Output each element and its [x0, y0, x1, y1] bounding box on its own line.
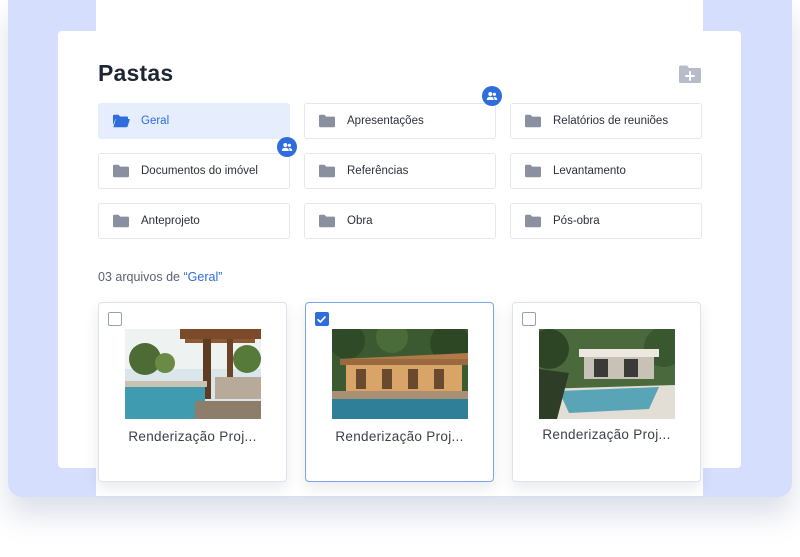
folder-plus-icon[interactable]: [678, 64, 702, 84]
folder-label: Obra: [347, 215, 373, 227]
file-card[interactable]: Renderização Proj...: [98, 302, 287, 482]
folder-open-icon: [113, 114, 130, 128]
folder-icon: [525, 164, 541, 178]
file-count-text: 03 arquivos de: [98, 270, 181, 284]
folder-label: Documentos do imóvel: [141, 165, 258, 177]
folder-icon: [113, 214, 129, 228]
folder-geral[interactable]: Geral: [98, 103, 290, 139]
folder-documentos-do-imovel[interactable]: Documentos do imóvel: [98, 153, 290, 189]
file-name: Renderização Proj...: [542, 427, 671, 442]
render-thumbnail-image: [125, 329, 261, 419]
render-thumbnail-image: [539, 329, 675, 419]
folder-obra[interactable]: Obra: [304, 203, 496, 239]
file-count-label: 03 arquivos de “Geral”: [98, 270, 222, 284]
file-card[interactable]: Renderização Proj...: [305, 302, 494, 482]
folder-label: Relatórios de reuniões: [553, 115, 669, 127]
file-name: Renderização Proj...: [128, 429, 257, 444]
file-checkbox[interactable]: [108, 312, 122, 326]
folder-apresentacoes[interactable]: Apresentações: [304, 103, 496, 139]
folder-relatorios-de-reunioes[interactable]: Relatórios de reuniões: [510, 103, 702, 139]
file-checkbox[interactable]: [522, 312, 536, 326]
folder-referencias[interactable]: Referências: [304, 153, 496, 189]
folder-icon: [113, 164, 129, 178]
check-icon: [317, 315, 327, 323]
folder-icon: [525, 114, 541, 128]
folder-label: Apresentações: [347, 115, 424, 127]
folder-icon: [525, 214, 541, 228]
shared-users-icon: [482, 86, 502, 106]
folder-label: Levantamento: [553, 165, 626, 177]
folder-label: Anteprojeto: [141, 215, 200, 227]
file-card[interactable]: Renderização Proj...: [512, 302, 701, 482]
file-name: Renderização Proj...: [335, 429, 464, 444]
folder-icon: [319, 164, 335, 178]
folder-label: Geral: [141, 115, 170, 127]
page-title: Pastas: [98, 60, 174, 86]
folder-label: Referências: [347, 165, 409, 177]
folder-icon: [319, 214, 335, 228]
folder-anteprojeto[interactable]: Anteprojeto: [98, 203, 290, 239]
folder-icon: [319, 114, 335, 128]
folder-pos-obra[interactable]: Pós-obra: [510, 203, 702, 239]
file-checkbox-checked[interactable]: [315, 312, 329, 326]
current-folder-name: “Geral”: [183, 270, 223, 284]
shared-users-icon: [277, 137, 297, 157]
render-thumbnail-image: [332, 329, 468, 419]
folder-label: Pós-obra: [553, 215, 600, 227]
folder-levantamento[interactable]: Levantamento: [510, 153, 702, 189]
